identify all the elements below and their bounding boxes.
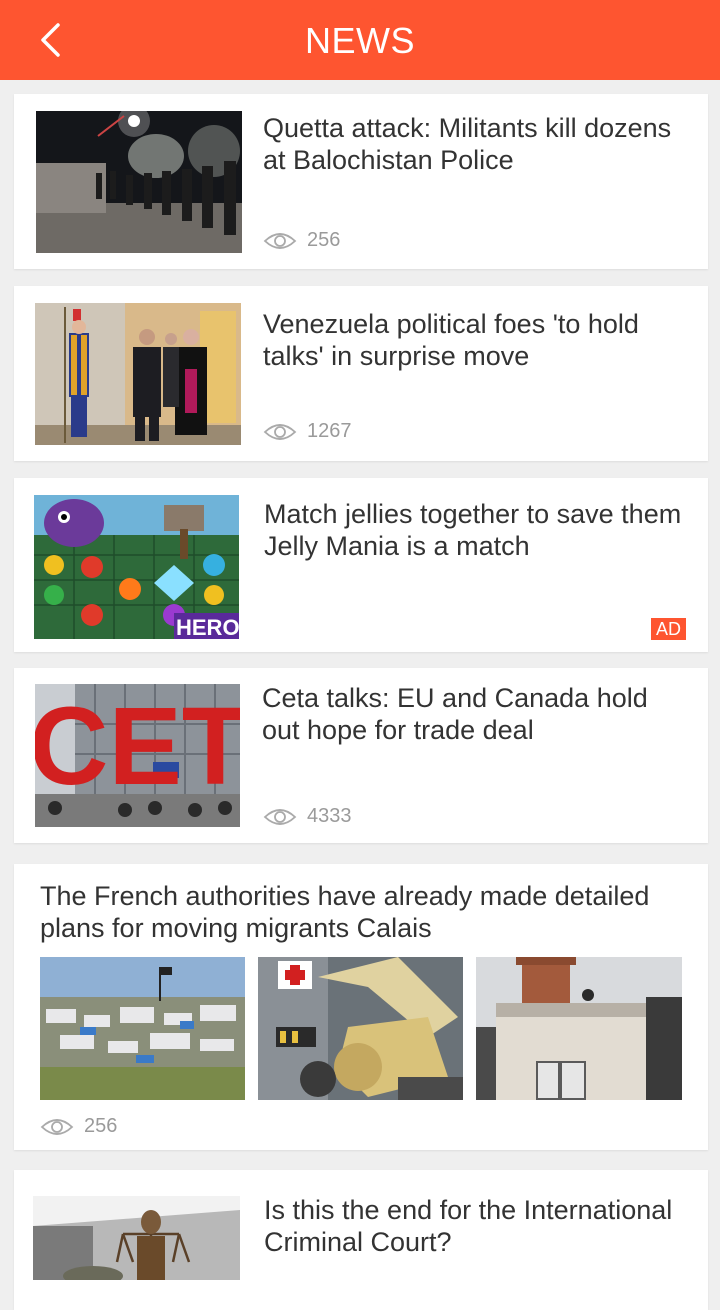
view-count-value: 256 [84,1115,118,1137]
news-item[interactable]: Venezuela political foes 'to hold talks'… [14,286,708,461]
image-text: CETA [35,685,240,808]
ad-image-text: HERO [176,615,239,639]
news-item[interactable]: CETA Ceta talks: EU and Canada hold out … [14,668,708,843]
news-headline: Is this the end for the International Cr… [264,1195,673,1257]
eye-icon [263,808,297,825]
ad-item[interactable]: HERO Match jellies together to save them… [14,478,708,652]
eye-icon [263,423,297,440]
view-count-value: 4333 [307,805,352,827]
news-item-gallery[interactable]: The French authorities have already made… [14,864,708,1150]
news-thumbnail [36,111,242,253]
news-thumbnail [35,303,241,445]
view-count: 256 [263,229,340,252]
eye-icon [263,232,297,249]
news-headline: Venezuela political foes 'to hold talks'… [263,309,639,371]
news-item[interactable]: Is this the end for the International Cr… [14,1170,708,1310]
view-count: 4333 [263,805,352,828]
ad-headline: Match jellies together to save them Jell… [264,499,682,561]
news-thumbnail: CETA [35,684,240,827]
ad-thumbnail: HERO [34,495,239,639]
view-count-value: 1267 [307,420,352,442]
news-thumbnail [476,957,682,1100]
news-headline: The French authorities have already made… [40,881,650,943]
ad-badge: AD [650,618,686,640]
view-count: 1267 [263,420,352,443]
news-headline: Quetta attack: Militants kill dozens at … [263,113,672,175]
top-bar: NEWS [0,0,720,80]
news-thumbnail [258,957,463,1100]
page-title: NEWS [305,20,415,61]
news-thumbnail [33,1196,240,1280]
news-item[interactable]: Quetta attack: Militants kill dozens at … [14,94,708,269]
view-count-value: 256 [307,229,341,251]
news-headline: Ceta talks: EU and Canada hold out hope … [262,683,648,745]
news-thumbnail [40,957,245,1100]
eye-icon [40,1118,74,1135]
view-count: 256 [40,1115,117,1138]
